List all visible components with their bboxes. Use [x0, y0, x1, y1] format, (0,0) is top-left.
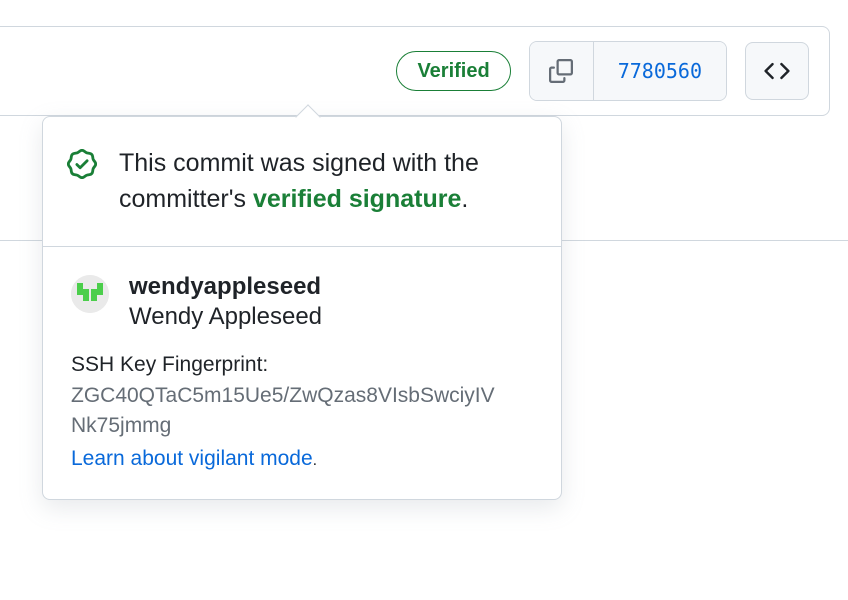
committer-fullname: Wendy Appleseed [129, 303, 322, 331]
commit-sha-link[interactable]: 7780560 [594, 42, 726, 100]
verified-seal-icon [67, 145, 97, 184]
committer-username[interactable]: wendyappleseed [129, 273, 322, 301]
learn-row: Learn about vigilant mode. [71, 447, 533, 471]
copy-sha-button[interactable] [530, 42, 594, 100]
committer-row: wendyappleseed Wendy Appleseed [71, 273, 533, 331]
vigilant-mode-link[interactable]: Learn about vigilant mode [71, 447, 313, 470]
commit-sha-group: 7780560 [529, 41, 727, 101]
committer-names: wendyappleseed Wendy Appleseed [129, 273, 322, 331]
code-icon [764, 58, 790, 84]
avatar [71, 275, 109, 313]
commit-toolbar: Verified 7780560 [0, 26, 830, 116]
fingerprint-label: SSH Key Fingerprint: [71, 353, 533, 377]
verified-badge[interactable]: Verified [396, 51, 510, 91]
fingerprint-value: ZGC40QTaC5m15Ue5/ZwQzas8VIsbSwciyIVNk75j… [71, 381, 501, 442]
signature-message-post: . [461, 185, 468, 213]
signature-popover: This commit was signed with the committe… [42, 116, 562, 500]
popover-header: This commit was signed with the committe… [43, 117, 561, 247]
signature-message: This commit was signed with the committe… [119, 145, 533, 218]
learn-period: . [313, 452, 317, 469]
browse-code-button[interactable] [745, 42, 809, 100]
verified-signature-link[interactable]: verified signature [253, 185, 461, 213]
popover-body: wendyappleseed Wendy Appleseed SSH Key F… [43, 247, 561, 500]
copy-icon [549, 59, 573, 83]
